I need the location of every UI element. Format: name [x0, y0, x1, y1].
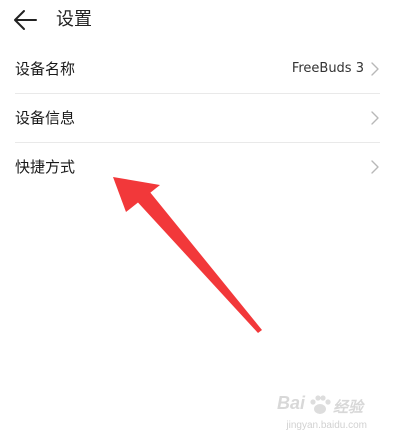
watermark-brand-suffix: 经验: [333, 399, 364, 416]
watermark-brand: Bai: [277, 393, 306, 413]
back-button[interactable]: [12, 6, 40, 34]
arrow-shaft: [132, 186, 262, 333]
settings-item-device-name[interactable]: 设备名称 FreeBuds 3: [15, 45, 380, 94]
watermark-logo: Bai 经验: [277, 393, 367, 419]
header-bar: 设置: [0, 0, 395, 40]
settings-item-label: 设备信息: [15, 109, 76, 127]
settings-item-label: 快捷方式: [15, 158, 76, 176]
chevron-right-icon: [371, 62, 379, 76]
arrow-left-icon: [14, 10, 37, 30]
device-name-value: FreeBuds 3: [291, 61, 364, 76]
paw-icon: [310, 395, 331, 414]
chevron-right-icon: [371, 111, 379, 125]
settings-item-shortcuts[interactable]: 快捷方式: [15, 143, 380, 191]
settings-page: 设置 设备名称 FreeBuds 3 设备信息 快捷方式 Bai 经验 jing…: [0, 0, 395, 437]
page-title: 设置: [56, 9, 92, 30]
settings-item-device-info[interactable]: 设备信息: [15, 94, 380, 143]
settings-list: 设备名称 FreeBuds 3 设备信息 快捷方式: [0, 45, 395, 191]
watermark-url: jingyan.baidu.com: [286, 420, 367, 431]
settings-item-label: 设备名称: [15, 60, 76, 78]
chevron-right-icon: [371, 160, 379, 174]
